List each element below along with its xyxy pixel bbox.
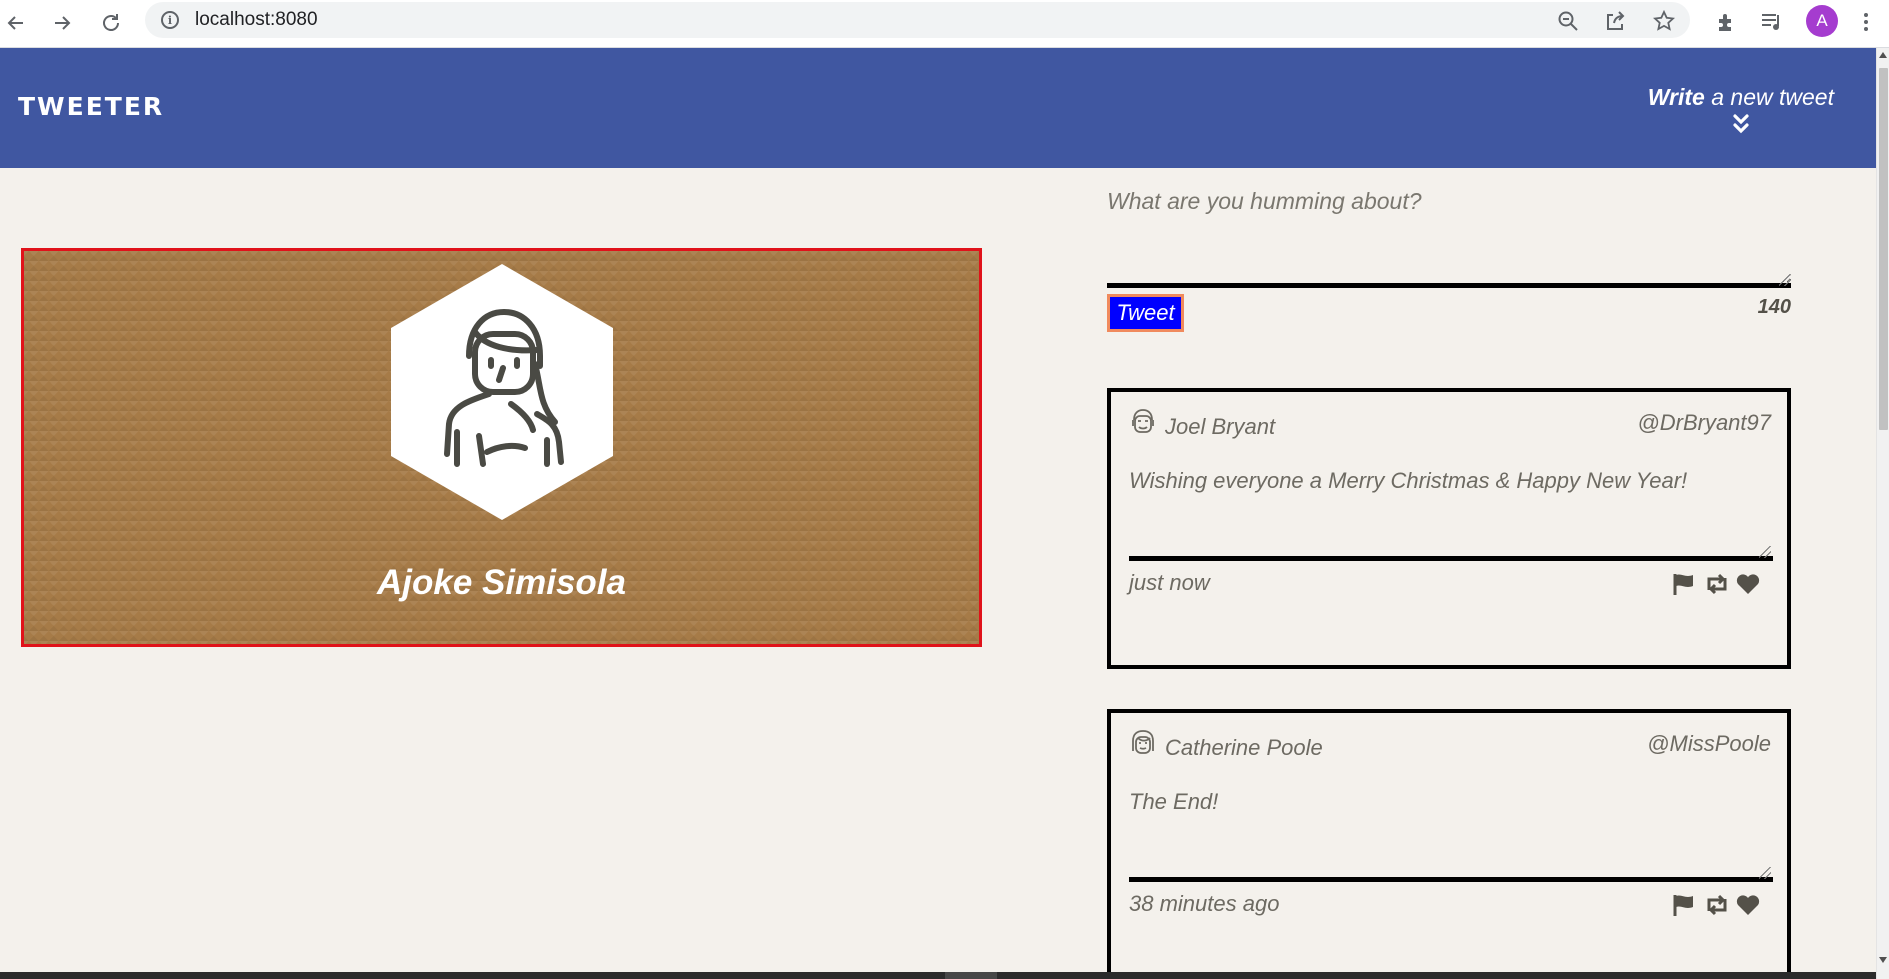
character-counter: 140 xyxy=(1757,296,1791,318)
zoom-out-icon[interactable] xyxy=(1555,8,1581,34)
resize-grip[interactable] xyxy=(1759,867,1771,879)
horizontal-scrollbar-thumb[interactable] xyxy=(945,972,997,979)
tweet-actions xyxy=(1671,572,1761,596)
vertical-scrollbar[interactable] xyxy=(1876,48,1889,979)
page-viewport: TWEETER Write a new tweet Ajoke Simisola… xyxy=(0,48,1876,972)
new-tweet-label: a new tweet xyxy=(1704,84,1834,110)
brand-logo[interactable]: TWEETER xyxy=(18,92,164,121)
tweet-author-name: Catherine Poole xyxy=(1165,735,1323,760)
heart-icon[interactable] xyxy=(1735,572,1761,596)
tweet-actions xyxy=(1671,893,1761,917)
resize-grip[interactable] xyxy=(1759,546,1771,558)
url-text[interactable]: localhost:8080 xyxy=(195,9,318,31)
address-bar[interactable]: i localhost:8080 xyxy=(145,2,1690,38)
profile-card: Ajoke Simisola xyxy=(21,248,982,647)
write-new-tweet-toggle[interactable]: Write a new tweet xyxy=(1648,84,1834,135)
woman-face-icon xyxy=(1132,730,1154,754)
info-icon[interactable]: i xyxy=(161,11,179,29)
profile-avatar[interactable]: A xyxy=(1806,5,1838,37)
scroll-up-arrow-icon[interactable] xyxy=(1879,52,1887,58)
app-header: TWEETER Write a new tweet xyxy=(0,48,1876,168)
profile-avatar-hexagon xyxy=(391,264,613,520)
tweet-button[interactable]: Tweet xyxy=(1107,294,1184,332)
media-queue-icon[interactable] xyxy=(1758,8,1786,36)
retweet-icon[interactable] xyxy=(1703,572,1729,596)
tweet-text: Wishing everyone a Merry Christmas & Hap… xyxy=(1129,468,1773,561)
tweet-author-handle: @DrBryant97 xyxy=(1637,410,1771,435)
tweet-card: Catherine Poole @MissPoole The End! 38 m… xyxy=(1107,709,1791,972)
write-bold-label: Write xyxy=(1647,84,1705,110)
back-icon[interactable] xyxy=(0,7,32,39)
reload-icon[interactable] xyxy=(95,7,127,39)
flag-icon[interactable] xyxy=(1671,893,1697,917)
retweet-icon[interactable] xyxy=(1703,893,1729,917)
resize-grip[interactable] xyxy=(1779,274,1791,286)
browser-toolbar: i localhost:8080 A xyxy=(0,0,1889,48)
tweet-composer: Tweet 140 xyxy=(1107,188,1791,332)
extensions-puzzle-icon[interactable] xyxy=(1712,8,1740,36)
scrollbar-thumb[interactable] xyxy=(1879,68,1888,430)
tweet-timestamp: 38 minutes ago xyxy=(1129,891,1280,916)
scroll-down-arrow-icon[interactable] xyxy=(1879,957,1887,963)
double-chevron-down-icon[interactable] xyxy=(1732,113,1750,135)
tweet-timestamp: just now xyxy=(1129,570,1210,595)
kebab-menu-icon[interactable] xyxy=(1852,8,1880,36)
tweet-text: The End! xyxy=(1129,789,1773,882)
tweet-author-handle: @MissPoole xyxy=(1647,731,1771,756)
heart-icon[interactable] xyxy=(1735,893,1761,917)
man-face-icon xyxy=(1132,409,1154,433)
bookmark-star-icon[interactable] xyxy=(1651,8,1677,34)
write-new-tweet-label[interactable]: Write a new tweet xyxy=(1648,84,1834,111)
tweet-author-name: Joel Bryant xyxy=(1165,414,1276,439)
forward-icon[interactable] xyxy=(46,7,78,39)
horizontal-scrollbar[interactable] xyxy=(0,972,1876,979)
profile-name: Ajoke Simisola xyxy=(377,563,626,602)
share-icon[interactable] xyxy=(1603,8,1629,34)
flag-icon[interactable] xyxy=(1671,572,1697,596)
tweet-input[interactable] xyxy=(1107,188,1791,288)
tweet-card: Joel Bryant @DrBryant97 Wishing everyone… xyxy=(1107,388,1791,669)
